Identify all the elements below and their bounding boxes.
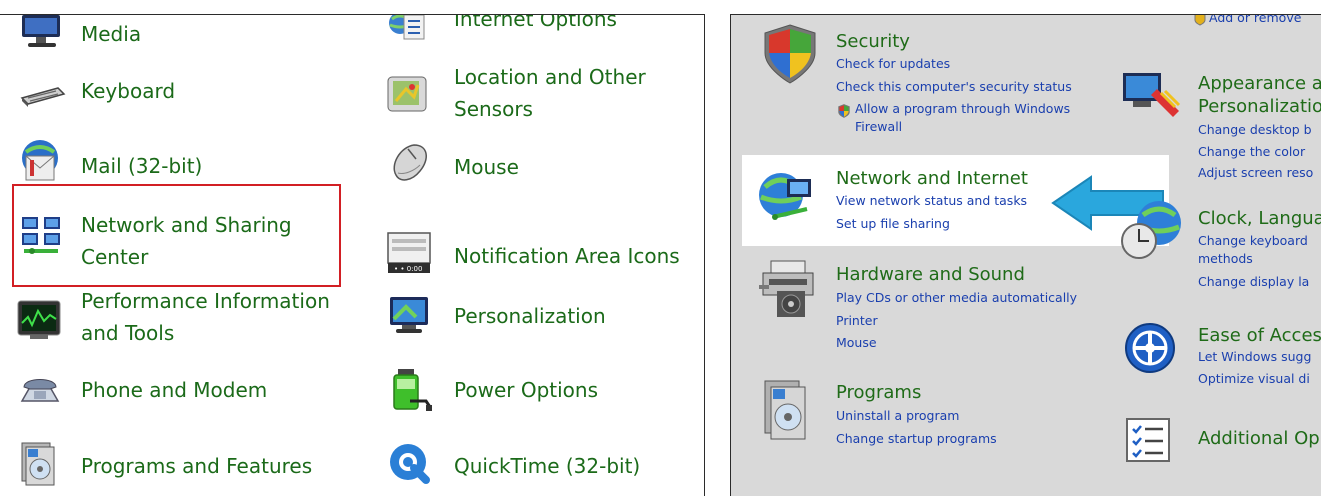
quicktime-icon: [386, 440, 434, 488]
methods-link[interactable]: methods: [1198, 250, 1253, 267]
item-personalization[interactable]: Personalization: [454, 300, 606, 332]
additional-options-icon: [1123, 415, 1173, 469]
programs-features-icon: [16, 439, 64, 487]
appearance-icon: [1121, 69, 1181, 123]
printer-link[interactable]: Printer: [836, 312, 878, 329]
location-sensors-icon: [384, 71, 432, 119]
ease-of-access-icon: [1123, 321, 1177, 379]
clock-language-icon: [1119, 199, 1185, 265]
item-quicktime[interactable]: QuickTime (32-bit): [454, 450, 640, 482]
appearance-title-line1[interactable]: Appearance a: [1198, 73, 1321, 95]
hardware-sound-icon: [755, 257, 821, 323]
hardware-sound-title[interactable]: Hardware and Sound: [836, 264, 1025, 286]
view-network-status-link[interactable]: View network status and tasks: [836, 192, 1027, 209]
appearance-title-line2[interactable]: Personalizatio: [1198, 96, 1321, 118]
item-internet-options[interactable]: Internet Options: [454, 15, 617, 35]
mouse-icon: [386, 139, 434, 187]
item-programs-features[interactable]: Programs and Features: [81, 450, 312, 482]
play-cds-link[interactable]: Play CDs or other media automatically: [836, 289, 1077, 306]
item-power-options[interactable]: Power Options: [454, 374, 598, 406]
internet-options-icon: [384, 15, 432, 57]
monitor-icon: [18, 15, 66, 61]
security-title[interactable]: Security: [836, 31, 910, 53]
item-performance-line2[interactable]: and Tools: [81, 317, 174, 349]
item-location-line1[interactable]: Location and Other: [454, 61, 646, 93]
set-up-file-sharing-link[interactable]: Set up file sharing: [836, 215, 950, 232]
item-location-line2[interactable]: Sensors: [454, 93, 533, 125]
uninstall-program-link[interactable]: Uninstall a program: [836, 407, 959, 424]
mouse-link[interactable]: Mouse: [836, 334, 877, 351]
control-panel-icon-view: Media Internet Options Keyboard Location…: [0, 14, 705, 496]
optimize-visual-link[interactable]: Optimize visual di: [1198, 370, 1310, 387]
clock-language-title[interactable]: Clock, Langua: [1198, 208, 1321, 230]
keyboard-icon: [18, 70, 66, 118]
allow-program-link-line1[interactable]: Allow a program through Windows: [855, 100, 1070, 117]
check-security-status-link[interactable]: Check this computer's security status: [836, 78, 1072, 95]
allow-program-link-line2[interactable]: Firewall: [855, 118, 902, 135]
let-windows-suggest-link[interactable]: Let Windows sugg: [1198, 348, 1311, 365]
adjust-screen-link[interactable]: Adjust screen reso: [1198, 164, 1313, 181]
item-keyboard[interactable]: Keyboard: [81, 75, 175, 107]
additional-options-title[interactable]: Additional Op: [1198, 428, 1320, 450]
personalization-icon: [386, 291, 434, 339]
change-keyboard-link[interactable]: Change keyboard: [1198, 232, 1308, 249]
ease-of-access-title[interactable]: Ease of Access: [1198, 325, 1321, 347]
change-display-lang-link[interactable]: Change display la: [1198, 273, 1309, 290]
programs-title[interactable]: Programs: [836, 382, 921, 404]
network-internet-title[interactable]: Network and Internet: [836, 168, 1028, 190]
power-icon: [386, 367, 434, 415]
mail-icon: [16, 138, 64, 186]
performance-icon: [16, 297, 64, 345]
security-shield-icon: [761, 23, 819, 89]
item-notification-area[interactable]: Notification Area Icons: [454, 240, 680, 272]
shield-small-icon: [1193, 15, 1207, 30]
change-startup-link[interactable]: Change startup programs: [836, 430, 997, 447]
check-updates-link[interactable]: Check for updates: [836, 55, 950, 72]
notification-area-icon: • • 0:00: [386, 227, 434, 275]
highlight-box: [12, 184, 341, 287]
programs-icon: [759, 377, 815, 447]
item-mail[interactable]: Mail (32-bit): [81, 150, 202, 182]
network-internet-icon: [755, 167, 817, 229]
item-phone-modem[interactable]: Phone and Modem: [81, 374, 267, 406]
change-color-link[interactable]: Change the color: [1198, 143, 1305, 160]
item-performance-line1[interactable]: Performance Information: [81, 285, 330, 317]
add-remove-partial-link[interactable]: Add or remove: [1209, 15, 1301, 26]
uac-shield-icon: [836, 103, 852, 123]
change-desktop-link[interactable]: Change desktop b: [1198, 121, 1312, 138]
item-mouse[interactable]: Mouse: [454, 151, 519, 183]
item-media[interactable]: Media: [81, 18, 141, 50]
phone-icon: [16, 367, 64, 415]
svg-text:• • 0:00: • • 0:00: [394, 265, 422, 273]
control-panel-category-view: Add or remove Security Check for updates…: [730, 14, 1321, 496]
